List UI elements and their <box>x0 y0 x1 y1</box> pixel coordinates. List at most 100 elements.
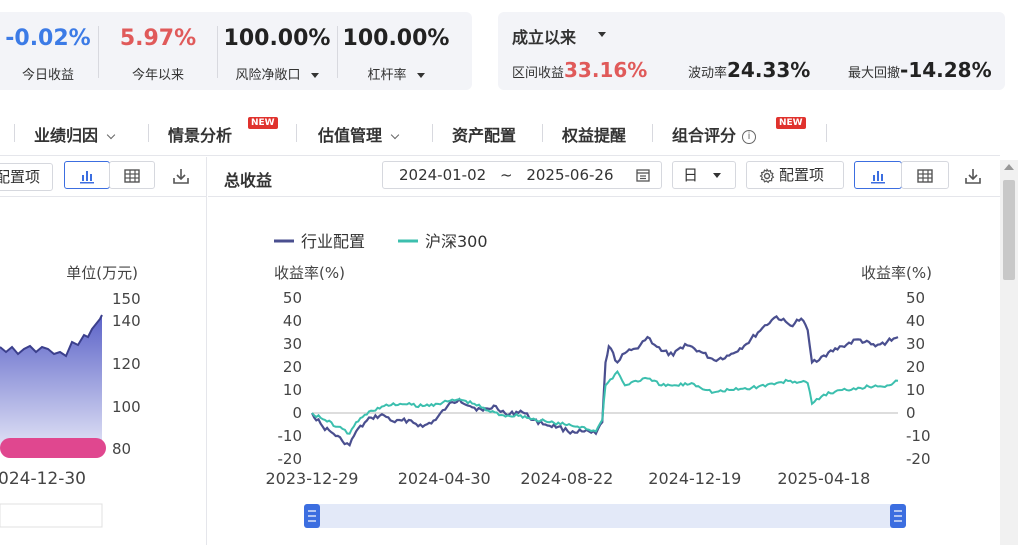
y-tick-label: 0 <box>906 404 916 422</box>
y-tick-label: 50 <box>906 289 925 307</box>
x-tick-label: 2024-08-22 <box>520 469 613 488</box>
y-tick-label: 20 <box>906 358 925 376</box>
nav-divider <box>148 124 149 142</box>
period-selector[interactable]: 成立以来 <box>512 24 576 48</box>
nav-item-equity-reminder[interactable]: 权益提醒 <box>562 122 626 146</box>
x-axis: 2023-12-29 2024-04-30 2024-08-22 2024-12-19… <box>266 469 871 488</box>
nav-item-label: 资产配置 <box>452 126 517 145</box>
y-tick-label: 140 <box>112 312 141 330</box>
asset-area-chart: 单位(万元) 150 140 120 100 80 024-12-30 <box>0 264 141 528</box>
asset-range-bar <box>0 438 106 458</box>
period-return-value: 33.16% <box>564 58 648 82</box>
nav-item-label: 组合评分 <box>672 126 737 145</box>
stat-risk-exposure-label-wrap: 风险净敞口 <box>218 64 336 83</box>
nav-item-label: 业绩归因 <box>34 126 99 145</box>
legend-label-series2[interactable]: 沪深300 <box>425 232 488 251</box>
new-badge: NEW <box>776 117 806 129</box>
y-tick-label: 20 <box>283 358 302 376</box>
range-slider-handle-left[interactable] <box>304 504 320 528</box>
caret-down-icon[interactable] <box>416 73 425 78</box>
period-return-label: 区间收益 <box>512 66 565 81</box>
stat-leverage[interactable]: 100.00% 杠杆率 <box>338 12 454 90</box>
caret-down-icon[interactable] <box>310 73 319 78</box>
stat-leverage-value: 100.00% <box>342 26 450 51</box>
scroll-up-icon[interactable] <box>1004 164 1014 170</box>
scrollbar-thumb[interactable] <box>1003 180 1015 280</box>
summary-stats: -0.02% 今日收益 5.97% 今年以来 100.00% 风险净敞口 100… <box>0 12 472 90</box>
x-tick-label: 2023-12-29 <box>266 469 359 488</box>
y-tick-label: 150 <box>112 290 141 308</box>
y-tick-label: -20 <box>278 450 303 468</box>
legend-label-series1[interactable]: 行业配置 <box>301 232 365 251</box>
stat-today-value: -0.02% <box>5 26 91 51</box>
chevron-down-icon <box>106 130 116 140</box>
nav-item-scenario-analysis[interactable]: 情景分析 NEW <box>168 117 278 146</box>
period-max-drawdown: 最大回撤-14.28% <box>848 58 992 82</box>
y-axis-right: 50 40 30 20 10 0 -10 -20 <box>906 289 931 468</box>
chart-legend: 行业配置 沪深300 <box>274 232 488 251</box>
y-tick-label: 50 <box>283 289 302 307</box>
nav-item-label: 情景分析 <box>168 126 233 145</box>
range-slider-track[interactable] <box>306 504 904 528</box>
y-tick-label: -10 <box>906 427 931 445</box>
period-volatility-value: 24.33% <box>727 58 811 82</box>
y-tick-label: 10 <box>906 381 925 399</box>
stat-leverage-label-wrap: 杠杆率 <box>338 64 454 83</box>
left-panel-asset-chart: 配置项 单位(万元) 150 140 120 100 80 024-12-30 <box>0 157 207 545</box>
period-max-drawdown-label: 最大回撤 <box>848 66 901 81</box>
total-return-chart: 行业配置 沪深300 收益率(%) 收益率(%) 50 40 30 20 10 0 -10 -… <box>266 232 932 528</box>
y-tick-label: 40 <box>906 312 925 330</box>
y-tick-label: -10 <box>278 427 303 445</box>
chevron-down-icon <box>390 130 400 140</box>
y-tick-label: 80 <box>112 440 131 458</box>
nav-item-valuation-management[interactable]: 估值管理 <box>318 122 400 146</box>
total-return-panel: 总收益 2024-01-02 ~ 2025-06-26 日 配置项 行业配置 沪… <box>208 157 1000 545</box>
stat-risk-exposure-value: 100.00% <box>223 26 331 51</box>
stat-risk-exposure-label: 风险净敞口 <box>235 68 301 83</box>
stat-ytd-label: 今年以来 <box>131 68 184 83</box>
nav-divider <box>296 124 297 142</box>
y-tick-label: 120 <box>112 355 141 373</box>
vertical-scrollbar[interactable] <box>1000 160 1018 545</box>
y-tick-label: 30 <box>906 335 925 353</box>
range-slider-handle-right[interactable] <box>890 504 906 528</box>
y-axis-left-label: 收益率(%) <box>274 264 345 282</box>
stat-ytd-value: 5.97% <box>119 26 197 51</box>
nav-item-label: 权益提醒 <box>562 126 627 145</box>
nav-divider <box>432 124 433 142</box>
series-line-industry <box>311 314 899 448</box>
y-tick-label: 10 <box>283 381 302 399</box>
x-tick-label: 2025-04-18 <box>777 469 870 488</box>
stat-risk-exposure[interactable]: 100.00% 风险净敞口 <box>218 12 336 90</box>
period-stats: 成立以来 区间收益33.16% 波动率24.33% 最大回撤-14.28% <box>498 12 1005 90</box>
period-volatility: 波动率24.33% <box>688 58 810 82</box>
nav-item-performance-attribution[interactable]: 业绩归因 <box>34 122 116 146</box>
stat-ytd: 5.97% 今年以来 <box>100 12 216 90</box>
nav-divider <box>652 124 653 142</box>
stat-today: -0.02% 今日收益 <box>0 12 96 90</box>
caret-down-icon[interactable] <box>598 32 606 37</box>
unit-label: 单位(万元) <box>66 264 138 282</box>
y-tick-label: 30 <box>283 335 302 353</box>
y-tick-label: -20 <box>906 450 931 468</box>
new-badge: NEW <box>248 117 278 129</box>
period-max-drawdown-value: -14.28% <box>900 58 992 82</box>
info-icon[interactable]: i <box>742 129 757 144</box>
x-tick-label: 024-12-30 <box>0 469 86 489</box>
nav-divider <box>826 124 827 142</box>
y-tick-label: 0 <box>292 404 302 422</box>
x-tick-label: 2024-04-30 <box>398 469 491 488</box>
x-tick-label: 2024-12-19 <box>648 469 741 488</box>
asset-area <box>0 315 102 447</box>
y-axis-right-label: 收益率(%) <box>861 264 932 282</box>
y-tick-label: 40 <box>283 312 302 330</box>
y-tick-label: 100 <box>112 398 141 416</box>
left-slider-box[interactable] <box>0 503 103 528</box>
period-return: 区间收益33.16% <box>512 58 647 82</box>
nav-item-asset-allocation[interactable]: 资产配置 <box>452 122 516 146</box>
nav-item-portfolio-score[interactable]: 组合评分 i NEW <box>672 117 806 146</box>
stat-today-label: 今日收益 <box>21 68 74 83</box>
analysis-nav: 业绩归因 情景分析 NEW 估值管理 资产配置 权益提醒 组合评分 i NEW <box>0 108 1000 156</box>
nav-divider <box>14 124 15 142</box>
period-volatility-label: 波动率 <box>688 66 728 81</box>
